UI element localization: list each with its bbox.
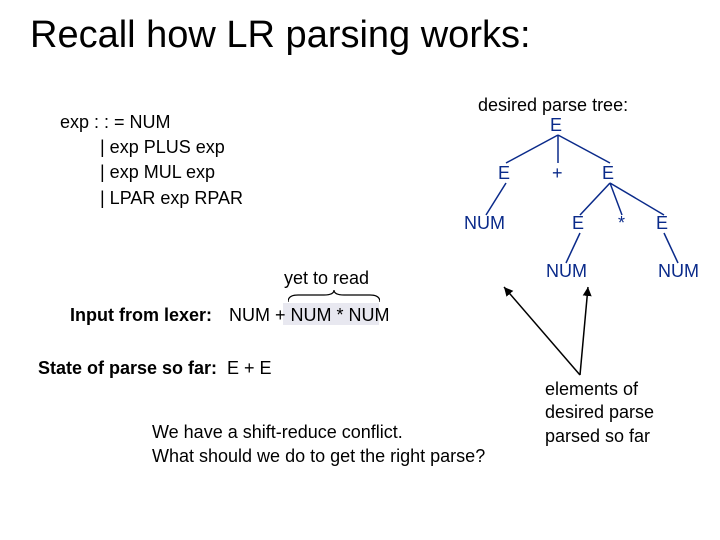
slide-title: Recall how LR parsing works: — [30, 14, 531, 57]
tree-node-l1-mid: + — [552, 163, 563, 184]
tree-node-l2-left: NUM — [464, 213, 505, 234]
state-of-parse-value: E + E — [227, 358, 272, 379]
tree-node-l1-left: E — [498, 163, 510, 184]
grammar-block: exp : : = NUM | exp PLUS exp | exp MUL e… — [60, 110, 243, 211]
elements-note-line-1: elements of — [545, 378, 654, 401]
grammar-line-2: | exp PLUS exp — [100, 135, 243, 160]
conflict-line-1: We have a shift-reduce conflict. — [152, 420, 485, 444]
tree-node-l3-right: NUM — [658, 261, 699, 282]
elements-note-line-3: parsed so far — [545, 425, 654, 448]
desired-parse-tree-label: desired parse tree: — [478, 95, 628, 116]
state-of-parse-label: State of parse so far: — [38, 358, 217, 379]
grammar-line-3: | exp MUL exp — [100, 160, 243, 185]
grammar-line-4: | LPAR exp RPAR — [100, 186, 243, 211]
parse-tree: E E + E NUM E * E NUM NUM — [450, 115, 710, 335]
tree-node-l3-left: NUM — [546, 261, 587, 282]
tree-node-l2-r2: * — [618, 213, 625, 234]
yet-to-read-label: yet to read — [284, 268, 369, 289]
elements-note: elements of desired parse parsed so far — [545, 378, 654, 448]
input-from-lexer-value: NUM + NUM * NUM — [227, 305, 392, 326]
tree-node-l2-r3: E — [656, 213, 668, 234]
conflict-line-2: What should we do to get the right parse… — [152, 444, 485, 468]
input-from-lexer-label: Input from lexer: — [70, 305, 212, 326]
brace-icon — [288, 290, 380, 302]
conflict-text: We have a shift-reduce conflict. What sh… — [152, 420, 485, 469]
tree-node-l1-right: E — [602, 163, 614, 184]
grammar-line-1: exp : : = NUM — [60, 110, 243, 135]
tree-node-l2-r1: E — [572, 213, 584, 234]
tree-node-root: E — [550, 115, 562, 136]
elements-note-line-2: desired parse — [545, 401, 654, 424]
